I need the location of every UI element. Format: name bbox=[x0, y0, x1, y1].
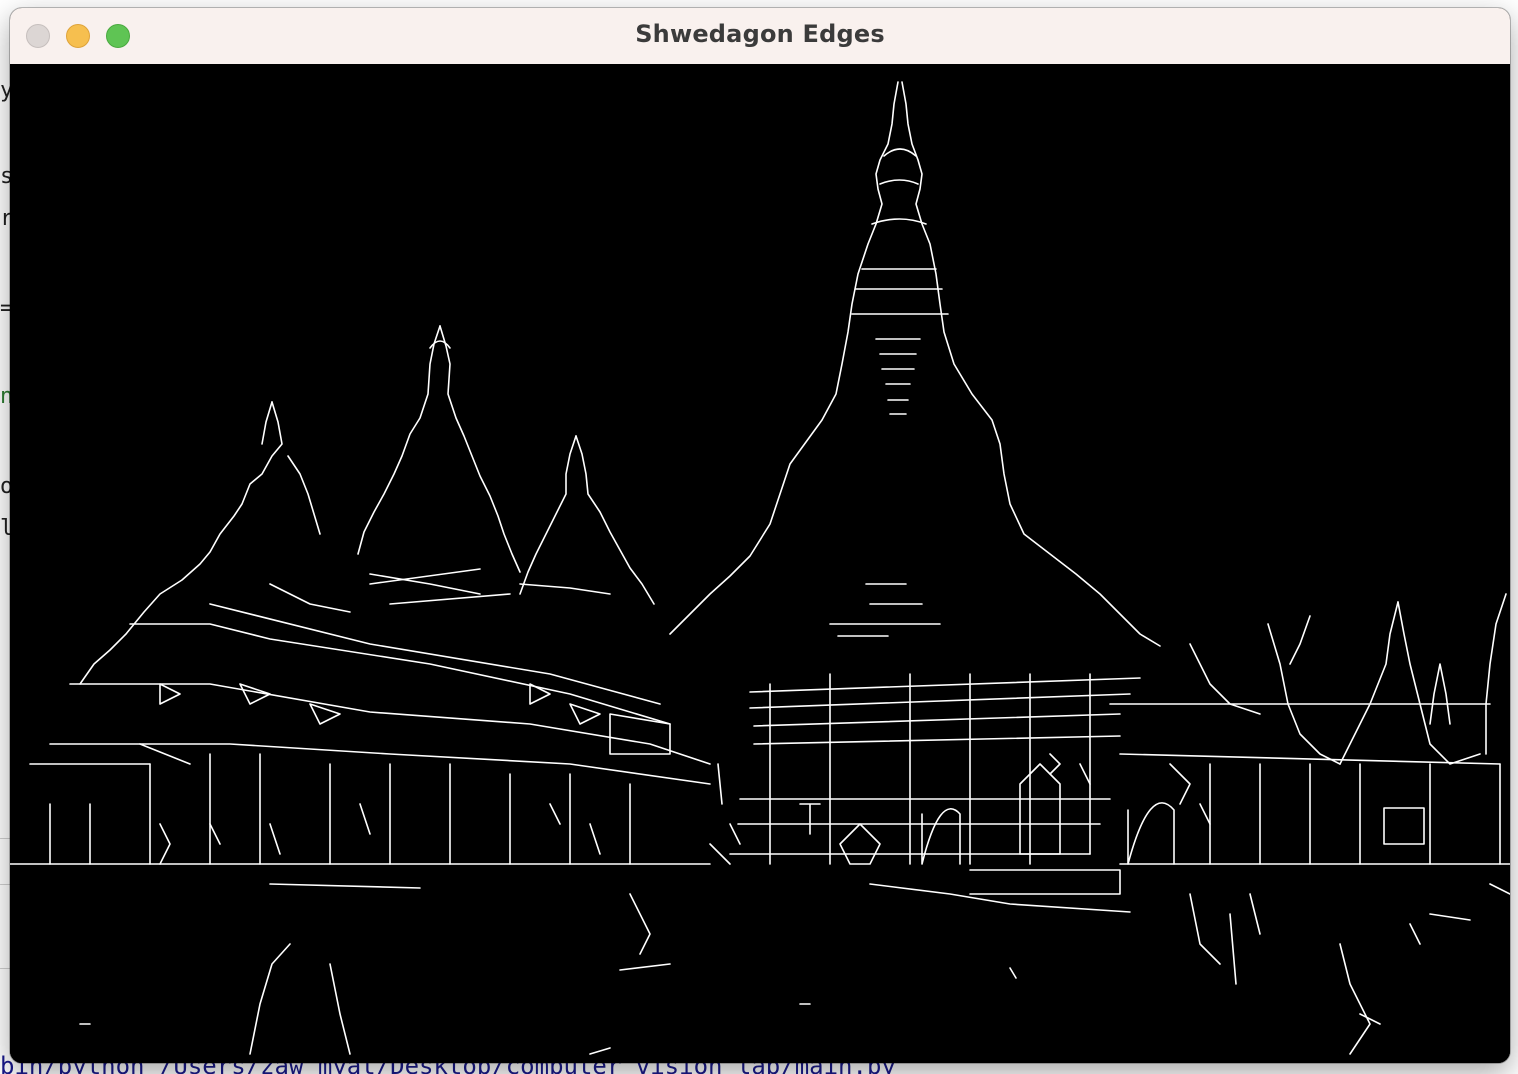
edge-image-canvas bbox=[10, 64, 1510, 1063]
window-title: Shwedagon Edges bbox=[635, 20, 885, 48]
edge-detection-image bbox=[10, 64, 1510, 1063]
image-window: Shwedagon Edges bbox=[10, 8, 1510, 1063]
window-titlebar[interactable]: Shwedagon Edges bbox=[10, 8, 1510, 65]
